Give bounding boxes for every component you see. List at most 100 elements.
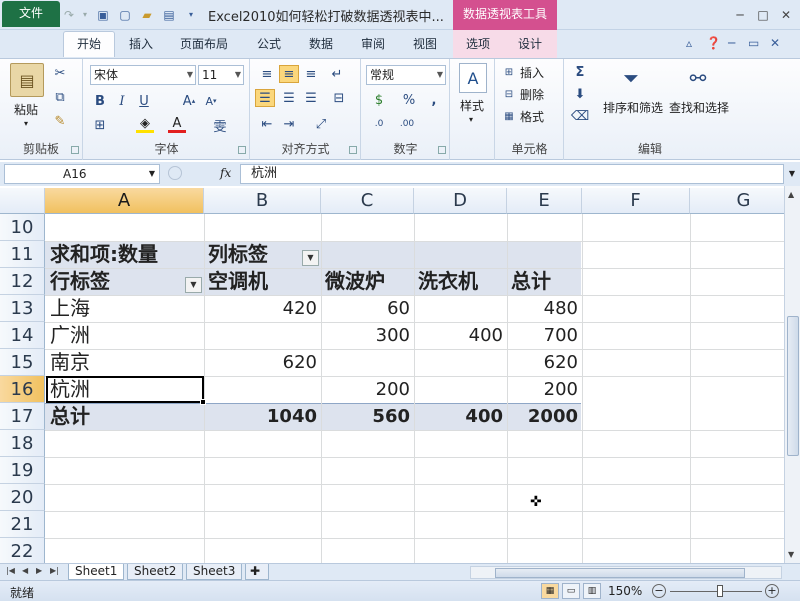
- sort-filter-icon[interactable]: ⏷: [617, 63, 645, 93]
- first-sheet-icon[interactable]: |◀: [6, 566, 15, 575]
- pivot-cell[interactable]: 480: [507, 295, 578, 322]
- workbook-restore-icon[interactable]: ▭: [748, 36, 759, 50]
- styles-button[interactable]: 样式: [460, 97, 484, 114]
- maximize-button[interactable]: □: [752, 6, 774, 24]
- align-top-icon[interactable]: ≡: [257, 65, 277, 83]
- styles-icon[interactable]: A: [459, 63, 487, 93]
- tab-review[interactable]: 审阅: [358, 32, 388, 58]
- pivot-total-cell[interactable]: 400: [414, 403, 503, 430]
- open-folder-icon[interactable]: ▰: [138, 6, 156, 23]
- help-icon[interactable]: ❓: [706, 36, 721, 50]
- pivot-cell[interactable]: 300: [321, 322, 410, 349]
- pivot-cell[interactable]: 200: [321, 376, 410, 403]
- tab-file[interactable]: 文件: [2, 1, 60, 27]
- vertical-scroll-thumb[interactable]: [787, 316, 799, 456]
- pivot-cell[interactable]: [414, 295, 503, 322]
- column-filter-dropdown-icon[interactable]: ▼: [302, 250, 319, 266]
- pivot-total-cell[interactable]: 1040: [204, 403, 317, 430]
- pivot-cell[interactable]: 700: [507, 322, 578, 349]
- binoculars-icon[interactable]: ⚯: [683, 63, 713, 93]
- align-middle-icon[interactable]: ≡: [279, 65, 299, 83]
- paste-dropdown-icon[interactable]: ▾: [24, 119, 28, 128]
- align-left-icon[interactable]: ☰: [255, 89, 275, 107]
- pivot-row-labels-header[interactable]: 行标签: [50, 268, 110, 295]
- scroll-up-icon[interactable]: ▲: [788, 190, 794, 199]
- number-format-combo[interactable]: 常规 ▼: [366, 65, 446, 85]
- decrease-indent-icon[interactable]: ⇤: [257, 115, 277, 133]
- alignment-launcher-icon[interactable]: [349, 146, 357, 154]
- fill-icon[interactable]: ⬇: [571, 85, 589, 103]
- scroll-down-icon[interactable]: ▼: [788, 550, 794, 559]
- row-header[interactable]: 15: [0, 349, 45, 376]
- pivot-cell[interactable]: 620: [204, 349, 317, 376]
- percent-style-icon[interactable]: %: [400, 91, 418, 109]
- decrease-decimal-icon[interactable]: .00: [396, 115, 418, 133]
- font-name-combo[interactable]: 宋体 ▼: [90, 65, 196, 85]
- pivot-row-label[interactable]: 南京: [50, 349, 90, 376]
- borders-icon[interactable]: ⊞: [92, 117, 108, 133]
- row-header[interactable]: 12: [0, 268, 45, 295]
- zoom-level[interactable]: 150%: [608, 584, 642, 598]
- orientation-icon[interactable]: ⤢: [309, 115, 333, 133]
- horizontal-scrollbar[interactable]: [470, 566, 782, 579]
- column-header-d[interactable]: D: [414, 188, 507, 214]
- pivot-row-label[interactable]: 上海: [50, 295, 90, 322]
- tab-design[interactable]: 设计: [515, 32, 545, 58]
- new-document-icon[interactable]: ▢: [116, 6, 134, 23]
- column-header-c[interactable]: C: [321, 188, 414, 214]
- format-cells-icon[interactable]: ▦: [502, 109, 516, 123]
- align-right-icon[interactable]: ☰: [301, 89, 321, 107]
- horizontal-scroll-thumb[interactable]: [495, 568, 745, 578]
- workbook-minimize-icon[interactable]: ─: [728, 36, 735, 50]
- pivot-cell[interactable]: 400: [414, 322, 503, 349]
- clear-icon[interactable]: ⌫: [571, 107, 589, 125]
- pivot-grand-total-label[interactable]: 总计: [50, 403, 90, 430]
- increase-font-icon[interactable]: A ▴: [180, 93, 198, 109]
- column-header-b[interactable]: B: [204, 188, 321, 214]
- sheet-tab-sheet2[interactable]: Sheet2: [127, 564, 184, 580]
- minimize-button[interactable]: ─: [729, 6, 751, 24]
- row-header[interactable]: 17: [0, 403, 45, 430]
- pivot-cell[interactable]: 620: [507, 349, 578, 376]
- row-header[interactable]: 19: [0, 457, 45, 484]
- font-color-icon[interactable]: A: [168, 116, 186, 133]
- row-header[interactable]: 14: [0, 322, 45, 349]
- row-header[interactable]: 10: [0, 214, 45, 241]
- customize-qat-icon[interactable]: ▾: [182, 6, 200, 23]
- zoom-in-icon[interactable]: +: [765, 584, 779, 598]
- pivot-cell[interactable]: [204, 376, 317, 403]
- zoom-slider-track[interactable]: [670, 591, 762, 592]
- fill-color-icon[interactable]: ◈: [136, 116, 154, 133]
- decrease-font-icon[interactable]: A ▾: [202, 93, 220, 109]
- row-header[interactable]: 21: [0, 511, 45, 538]
- merge-center-icon[interactable]: ⊟: [327, 89, 351, 107]
- row-header[interactable]: 11: [0, 241, 45, 268]
- format-cells-button[interactable]: 格式: [520, 108, 544, 125]
- tab-options[interactable]: 选项: [463, 32, 493, 58]
- print-preview-icon[interactable]: ▤: [160, 6, 178, 23]
- align-bottom-icon[interactable]: ≡: [301, 65, 321, 83]
- pivot-column-header[interactable]: 空调机: [208, 268, 268, 295]
- tab-home[interactable]: 开始: [63, 31, 115, 57]
- pivot-cell[interactable]: 60: [321, 295, 410, 322]
- tab-view[interactable]: 视图: [410, 32, 440, 58]
- wrap-text-icon[interactable]: ↵: [327, 65, 347, 83]
- column-header-e[interactable]: E: [507, 188, 582, 214]
- sheet-tab-sheet3[interactable]: Sheet3: [186, 564, 243, 580]
- paste-icon[interactable]: ▤: [10, 63, 44, 97]
- next-sheet-icon[interactable]: ▶: [36, 566, 42, 575]
- sheet-tab-sheet1[interactable]: Sheet1: [68, 564, 125, 580]
- column-header-a[interactable]: A: [45, 188, 204, 214]
- pivot-cell[interactable]: [204, 322, 317, 349]
- styles-dropdown-icon[interactable]: ▾: [469, 115, 473, 124]
- find-select-button[interactable]: 查找和选择: [669, 99, 729, 116]
- pivot-column-labels-header[interactable]: 列标签: [208, 241, 268, 268]
- row-filter-dropdown-icon[interactable]: ▼: [185, 277, 202, 293]
- phonetic-icon[interactable]: 雯: [210, 117, 230, 135]
- pivot-column-header[interactable]: 洗衣机: [418, 268, 478, 295]
- delete-cells-icon[interactable]: ⊟: [502, 87, 516, 101]
- font-size-combo[interactable]: 11 ▼: [198, 65, 244, 85]
- collapse-ribbon-icon[interactable]: ▵: [686, 36, 692, 50]
- font-launcher-icon[interactable]: [238, 146, 246, 154]
- increase-decimal-icon[interactable]: .0: [368, 115, 390, 133]
